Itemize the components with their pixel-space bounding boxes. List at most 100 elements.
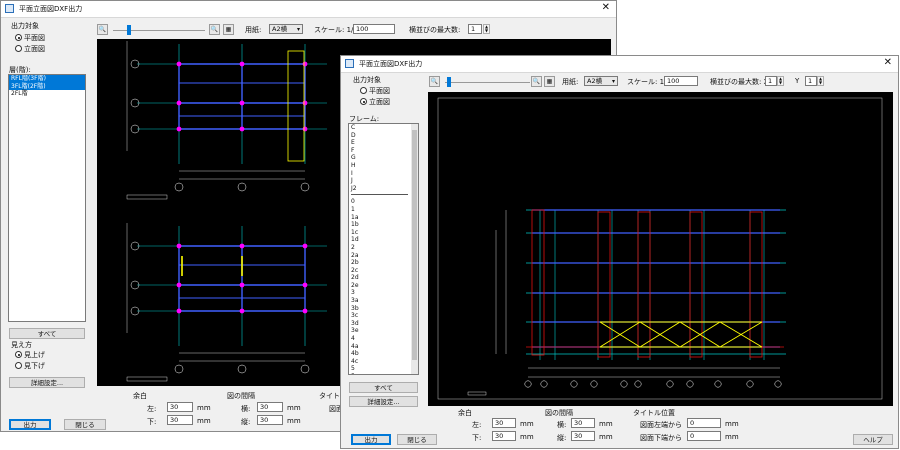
column-outline bbox=[597, 211, 611, 358]
paper-select[interactable]: A2横 ▾ bbox=[269, 24, 303, 34]
chevron-down-icon: ▾ bbox=[296, 26, 300, 33]
scale-input[interactable]: 100 bbox=[353, 24, 395, 34]
list-item[interactable]: J2 bbox=[349, 185, 418, 193]
radio-plan[interactable] bbox=[15, 34, 22, 41]
list-item[interactable]: H bbox=[349, 162, 418, 170]
app-icon bbox=[5, 4, 14, 13]
list-item[interactable]: 5 bbox=[349, 365, 418, 373]
output-button[interactable]: 出力 bbox=[9, 419, 51, 430]
from-bottom-input[interactable]: 0 bbox=[687, 431, 721, 441]
zoom-in-icon[interactable]: 🔍 bbox=[209, 24, 220, 35]
list-item[interactable]: 0 bbox=[349, 198, 418, 206]
radio-elevation[interactable] bbox=[15, 45, 22, 52]
zoom-slider-thumb[interactable] bbox=[447, 77, 451, 87]
zoom-slider-track[interactable] bbox=[445, 82, 530, 83]
radio-view-down-label: 見下げ bbox=[24, 362, 45, 370]
list-item[interactable]: J bbox=[349, 177, 418, 185]
list-item[interactable]: 3d bbox=[349, 320, 418, 328]
max-y-input[interactable]: 1 bbox=[805, 76, 817, 86]
close-icon[interactable]: ✕ bbox=[602, 2, 610, 13]
scale-label: スケール: 1/ bbox=[627, 78, 667, 86]
help-button[interactable]: ヘルプ bbox=[853, 434, 893, 445]
grid-bubble bbox=[300, 182, 310, 192]
list-item[interactable]: 1c bbox=[349, 229, 418, 237]
list-item[interactable]: 2d bbox=[349, 274, 418, 282]
list-item[interactable]: 2b bbox=[349, 259, 418, 267]
list-item[interactable]: 2c bbox=[349, 267, 418, 275]
list-item[interactable]: 2a bbox=[349, 252, 418, 260]
zoom-out-icon[interactable]: 🔍 bbox=[429, 76, 440, 87]
close-button[interactable]: 閉じる bbox=[64, 419, 106, 430]
zoom-slider-thumb[interactable] bbox=[127, 25, 131, 35]
list-item[interactable]: F bbox=[349, 147, 418, 155]
list-item[interactable]: I bbox=[349, 170, 418, 178]
vertical-spacing-input[interactable]: 30 bbox=[257, 415, 283, 425]
list-item[interactable]: 4a bbox=[349, 343, 418, 351]
max-count-spinner[interactable]: ▲ ▼ bbox=[483, 24, 490, 34]
max-y-spinner[interactable]: ▲ ▼ bbox=[817, 76, 824, 86]
fit-view-icon[interactable]: ▦ bbox=[223, 24, 234, 35]
frame-list[interactable]: C D E F G H I J J2 0 1 1a 1b 1c 1d 2 2a 2b 2c 2d 2e 3 3a 3b 3c 3d… bbox=[348, 123, 419, 375]
list-item[interactable]: 4c bbox=[349, 358, 418, 366]
grid-bubble bbox=[746, 380, 754, 388]
chevron-down-icon: ▾ bbox=[611, 78, 615, 85]
preview-canvas[interactable] bbox=[428, 92, 893, 406]
select-all-button[interactable]: すべて bbox=[349, 382, 418, 393]
bottom-margin-input[interactable]: 30 bbox=[167, 415, 193, 425]
grid-bubble bbox=[686, 380, 694, 388]
list-item[interactable]: 3c bbox=[349, 312, 418, 320]
column-outline bbox=[531, 209, 545, 356]
list-item[interactable]: G bbox=[349, 154, 418, 162]
bottom-margin-input[interactable]: 30 bbox=[492, 431, 516, 441]
horizontal-spacing-input[interactable]: 30 bbox=[571, 418, 595, 428]
select-all-button[interactable]: すべて bbox=[9, 328, 85, 339]
detail-settings-button[interactable]: 詳細設定... bbox=[349, 396, 418, 407]
max-x-spinner[interactable]: ▲ ▼ bbox=[777, 76, 784, 86]
close-button[interactable]: 閉じる bbox=[397, 434, 437, 445]
list-item[interactable]: C bbox=[349, 124, 418, 132]
list-item[interactable]: 3b bbox=[349, 305, 418, 313]
left-margin-input[interactable]: 30 bbox=[167, 402, 193, 412]
radio-view-down[interactable] bbox=[15, 362, 22, 369]
list-item[interactable]: 1d bbox=[349, 236, 418, 244]
zoom-in-icon[interactable]: 🔍 bbox=[531, 76, 542, 87]
list-item[interactable]: 1 bbox=[349, 206, 418, 214]
max-x-input[interactable]: 1 bbox=[765, 76, 777, 86]
zoom-out-icon[interactable]: 🔍 bbox=[97, 24, 108, 35]
frame-list-scrollbar[interactable] bbox=[411, 124, 418, 374]
max-count-label: 横並びの最大数: X bbox=[710, 78, 769, 86]
column-marker bbox=[176, 61, 182, 67]
list-item[interactable]: 2 bbox=[349, 244, 418, 252]
scrollbar-thumb[interactable] bbox=[412, 130, 417, 360]
detail-settings-button[interactable]: 詳細設定... bbox=[9, 377, 85, 388]
list-item[interactable]: 4b bbox=[349, 350, 418, 358]
list-item[interactable]: E bbox=[349, 139, 418, 147]
column-marker bbox=[176, 282, 182, 288]
list-item[interactable]: 1b bbox=[349, 221, 418, 229]
scale-input[interactable]: 100 bbox=[664, 76, 698, 86]
list-item[interactable]: RFL階(3F階) bbox=[9, 75, 85, 83]
radio-elevation[interactable] bbox=[360, 98, 367, 105]
max-count-input[interactable]: 1 bbox=[468, 24, 482, 34]
vertical-spacing-input[interactable]: 30 bbox=[571, 431, 595, 441]
list-item[interactable]: 1a bbox=[349, 214, 418, 222]
close-icon[interactable]: ✕ bbox=[884, 57, 892, 68]
list-item[interactable]: 3a bbox=[349, 297, 418, 305]
radio-plan-label: 平面図 bbox=[369, 87, 390, 95]
list-item[interactable]: 4 bbox=[349, 335, 418, 343]
left-margin-input[interactable]: 30 bbox=[492, 418, 516, 428]
list-item[interactable]: 2e bbox=[349, 282, 418, 290]
from-left-input[interactable]: 0 bbox=[687, 418, 721, 428]
horizontal-spacing-input[interactable]: 30 bbox=[257, 402, 283, 412]
list-item[interactable]: 5a bbox=[349, 373, 418, 374]
list-item[interactable]: 3e bbox=[349, 327, 418, 335]
output-button[interactable]: 出力 bbox=[351, 434, 391, 445]
radio-view-up[interactable] bbox=[15, 351, 22, 358]
radio-plan[interactable] bbox=[360, 87, 367, 94]
paper-select[interactable]: A2横 ▾ bbox=[584, 76, 618, 86]
fit-view-icon[interactable]: ▦ bbox=[544, 76, 555, 87]
floor-list[interactable]: RFL階(3F階) 3FL階(2F階) 2FL階 bbox=[8, 74, 86, 322]
list-item[interactable]: 2FL階 bbox=[9, 90, 85, 98]
list-item[interactable]: D bbox=[349, 132, 418, 140]
list-item[interactable]: 3 bbox=[349, 289, 418, 297]
